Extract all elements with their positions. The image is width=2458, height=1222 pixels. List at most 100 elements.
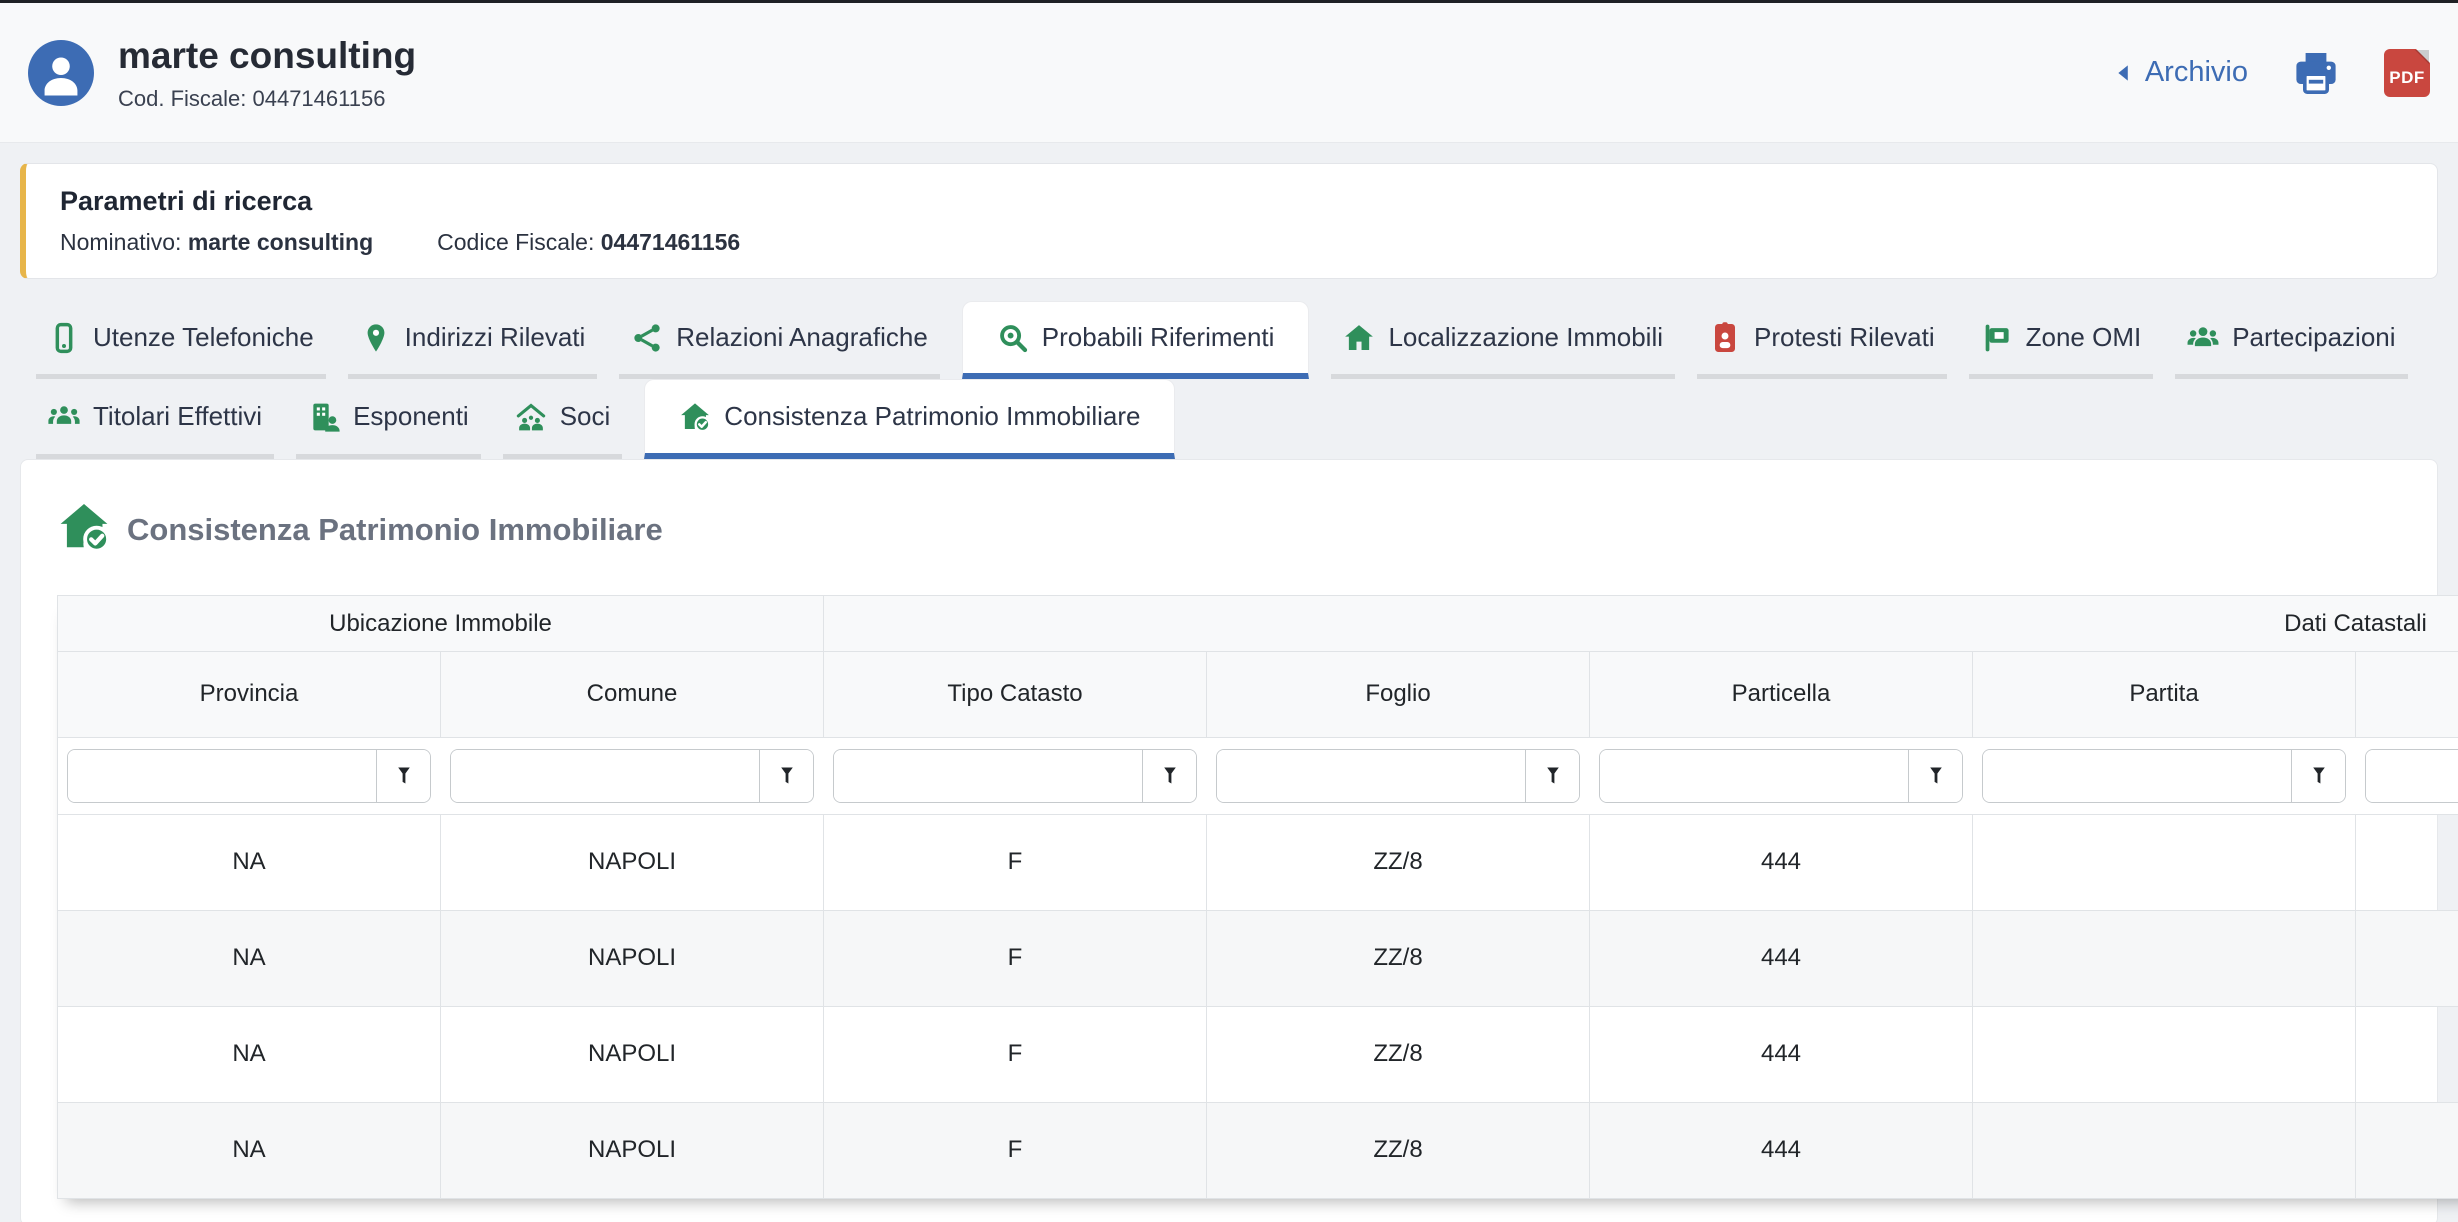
tab-label: Probabili Riferimenti — [1042, 322, 1275, 353]
filter-button-partita[interactable] — [2291, 750, 2345, 802]
filter-input-particella[interactable] — [1600, 750, 1908, 802]
table-row: NANAPOLIFZZ/8444189Zona 8 Cat.C/611 m2Eu… — [58, 815, 2458, 911]
filter-button-tipo-catasto[interactable] — [1142, 750, 1196, 802]
printer-icon — [2292, 49, 2340, 97]
tab-relazioni-anagrafiche[interactable]: Relazioni Anagrafiche — [619, 301, 940, 379]
tab-probabili-riferimenti[interactable]: Probabili Riferimenti — [962, 301, 1310, 379]
network-icon — [631, 322, 663, 354]
cell-partita — [1973, 1103, 2356, 1199]
building-user-icon — [308, 401, 340, 433]
cell-foglio: ZZ/8 — [1207, 815, 1590, 911]
user-icon — [34, 46, 88, 100]
search-parameters-card: Parametri di ricerca Nominativo: marte c… — [20, 163, 2438, 279]
home-icon — [1343, 322, 1375, 354]
filter-input-foglio[interactable] — [1217, 750, 1525, 802]
tab-label: Relazioni Anagrafiche — [676, 322, 928, 353]
funnel-icon — [2307, 764, 2331, 788]
cell-provincia: NA — [58, 1103, 441, 1199]
filter-cell-foglio — [1207, 738, 1590, 815]
house-check-icon — [57, 500, 111, 554]
map-pin-icon — [360, 322, 392, 354]
tab-label: Localizzazione Immobili — [1388, 322, 1663, 353]
tab-partecipazioni[interactable]: Partecipazioni — [2175, 301, 2407, 379]
filter-input-tipo-catasto[interactable] — [834, 750, 1142, 802]
cell-provincia: NA — [58, 1007, 441, 1103]
tab-label: Partecipazioni — [2232, 322, 2395, 353]
section-title: Consistenza Patrimonio Immobiliare — [127, 512, 663, 548]
table-row: NANAPOLIFZZ/8444216Zona 8 Cat.C/611 m2Eu… — [58, 911, 2458, 1007]
filter-cell-comune — [441, 738, 824, 815]
cell-provincia: NA — [58, 815, 441, 911]
filter-button-foglio[interactable] — [1525, 750, 1579, 802]
cell-foglio: ZZ/8 — [1207, 1007, 1590, 1103]
tab-localizzazione-immobili[interactable]: Localizzazione Immobili — [1331, 301, 1675, 379]
filter-cell-tipo-catasto — [824, 738, 1207, 815]
cell-comune: NAPOLI — [441, 815, 824, 911]
company-name: marte consulting — [118, 33, 416, 79]
cell-tipo-catasto: F — [824, 1007, 1207, 1103]
column-header-particella: Particella — [1590, 652, 1973, 738]
tab-indirizzi-rilevati[interactable]: Indirizzi Rilevati — [348, 301, 598, 379]
print-button[interactable] — [2292, 49, 2340, 97]
top-header: marte consulting Cod. Fiscale: 044714611… — [0, 3, 2458, 143]
tab-consistenza-patrimonio-immobiliare[interactable]: Consistenza Patrimonio Immobiliare — [644, 379, 1175, 459]
cell-provincia: NA — [58, 911, 441, 1007]
funnel-icon — [1158, 764, 1182, 788]
filter-cell-partita — [1973, 738, 2356, 815]
cell-foglio: ZZ/8 — [1207, 911, 1590, 1007]
tab-protesti-rilevati[interactable]: Protesti Rilevati — [1697, 301, 1947, 379]
funnel-icon — [1541, 764, 1565, 788]
users-icon — [2187, 322, 2219, 354]
cell-comune: NAPOLI — [441, 1007, 824, 1103]
filter-input-partita[interactable] — [1983, 750, 2291, 802]
tab-esponenti[interactable]: Esponenti — [296, 379, 481, 459]
funnel-icon — [775, 764, 799, 788]
filter-button-comune[interactable] — [759, 750, 813, 802]
content-card: Consistenza Patrimonio Immobiliare Ubica… — [20, 459, 2438, 1222]
archivio-link[interactable]: Archivio — [2111, 56, 2248, 89]
filter-button-provincia[interactable] — [376, 750, 430, 802]
cell-tipo-catasto: F — [824, 815, 1207, 911]
filter-input-sub[interactable] — [2366, 750, 2458, 802]
cell-sub: 218 — [2356, 1007, 2458, 1103]
codice-fiscale-param: Codice Fiscale: 04471461156 — [437, 229, 740, 256]
map-sign-icon — [1981, 322, 2013, 354]
funnel-icon — [392, 764, 416, 788]
cell-tipo-catasto: F — [824, 1103, 1207, 1199]
tab-label: Zone OMI — [2026, 322, 2142, 353]
cell-particella: 444 — [1590, 1103, 1973, 1199]
tab-utenze-telefoniche[interactable]: Utenze Telefoniche — [36, 301, 326, 379]
cell-partita — [1973, 815, 2356, 911]
tab-zone-omi[interactable]: Zone OMI — [1969, 301, 2154, 379]
filter-button-particella[interactable] — [1908, 750, 1962, 802]
cell-sub: 216 — [2356, 911, 2458, 1007]
tab-label: Indirizzi Rilevati — [405, 322, 586, 353]
column-header-foglio: Foglio — [1207, 652, 1590, 738]
column-header-partita: Partita — [1973, 652, 2356, 738]
tab-soci[interactable]: Soci — [503, 379, 623, 459]
pdf-export-button[interactable]: PDF — [2384, 49, 2430, 97]
house-check-icon — [57, 500, 111, 559]
filter-cell-sub — [2356, 738, 2458, 815]
company-avatar — [28, 40, 94, 106]
filter-input-provincia[interactable] — [68, 750, 376, 802]
tab-label: Esponenti — [353, 401, 469, 432]
search-icon — [997, 322, 1029, 354]
caret-left-icon — [2111, 60, 2137, 86]
filter-input-comune[interactable] — [451, 750, 759, 802]
cell-particella: 444 — [1590, 815, 1973, 911]
cell-comune: NAPOLI — [441, 911, 824, 1007]
assets-table: Ubicazione Immobile Dati Catastali Stima… — [57, 595, 2458, 1199]
column-header-sub: Sub — [2356, 652, 2458, 738]
funnel-icon — [1924, 764, 1948, 788]
cell-particella: 444 — [1590, 911, 1973, 1007]
tabs-row-secondary: Titolari Effettivi Esponenti Soci Consisten… — [36, 379, 2438, 459]
company-fiscal-code: Cod. Fiscale: 04471461156 — [118, 86, 416, 112]
search-parameters-title: Parametri di ricerca — [60, 186, 2403, 217]
column-header-tipo-catasto: Tipo Catasto — [824, 652, 1207, 738]
cell-tipo-catasto: F — [824, 911, 1207, 1007]
tab-titolari-effettivi[interactable]: Titolari Effettivi — [36, 379, 274, 459]
group-header-dati-catastali: Dati Catastali — [824, 596, 2458, 652]
filter-cell-provincia — [58, 738, 441, 815]
cell-comune: NAPOLI — [441, 1103, 824, 1199]
